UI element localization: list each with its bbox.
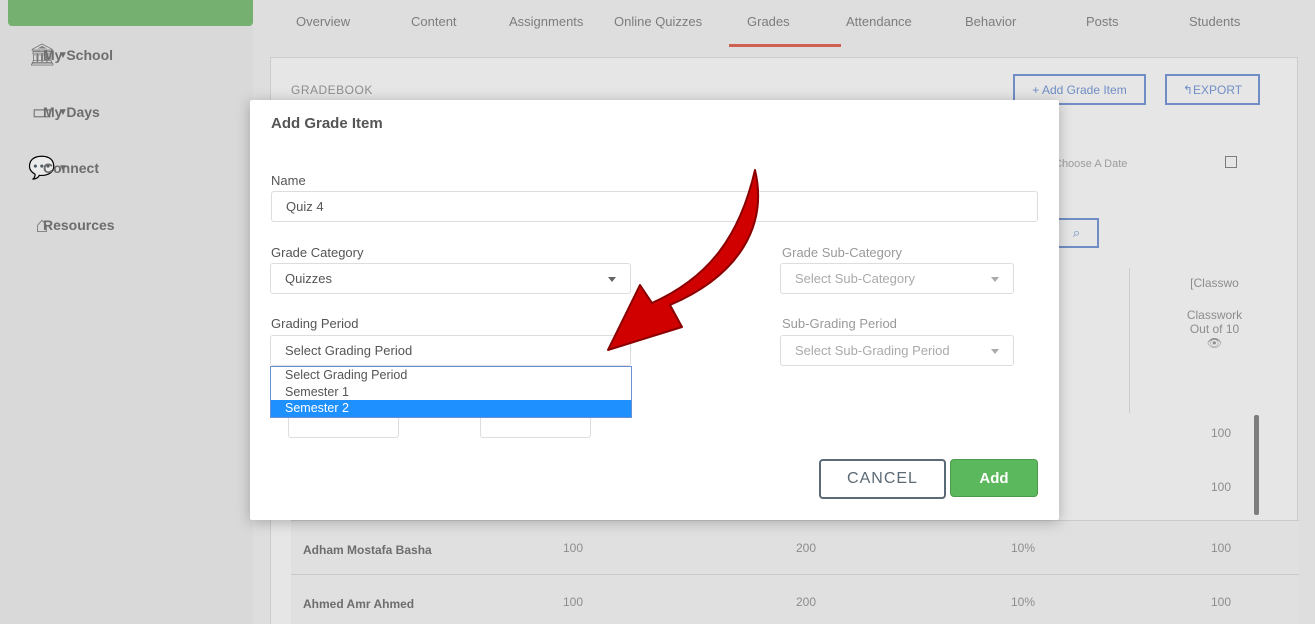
grade-category-select[interactable]: Quizzes [270, 263, 631, 294]
grading-period-value: Select Grading Period [285, 343, 413, 358]
modal-title: Add Grade Item [271, 115, 383, 132]
add-button[interactable]: Add [950, 459, 1038, 497]
chevron-down-icon [608, 277, 616, 282]
sub-grading-period-select[interactable]: Select Sub-Grading Period [780, 335, 1014, 366]
cancel-button[interactable]: CANCEL [819, 459, 946, 499]
chevron-down-icon [991, 277, 999, 282]
name-input[interactable]: Quiz 4 [271, 191, 1038, 222]
add-grade-item-modal: Add Grade Item Name Quiz 4 Grade Categor… [250, 100, 1059, 520]
date-input-end[interactable] [480, 418, 591, 438]
sub-grading-period-label: Sub-Grading Period [782, 316, 897, 331]
date-input-start[interactable] [288, 418, 399, 438]
grade-sub-category-label: Grade Sub-Category [782, 245, 902, 260]
grade-sub-category-placeholder: Select Sub-Category [795, 271, 915, 286]
dropdown-option-highlighted[interactable]: Semester 2 [271, 400, 631, 417]
dropdown-option[interactable]: Select Grading Period [271, 367, 631, 384]
name-label: Name [271, 173, 306, 188]
grade-category-value: Quizzes [285, 271, 332, 286]
sub-grading-period-placeholder: Select Sub-Grading Period [795, 343, 950, 358]
grading-period-dropdown: Select Grading Period Semester 1 Semeste… [270, 366, 632, 418]
grading-period-select[interactable]: Select Grading Period [270, 335, 631, 366]
grade-category-label: Grade Category [271, 245, 364, 260]
grade-sub-category-select[interactable]: Select Sub-Category [780, 263, 1014, 294]
grading-period-label: Grading Period [271, 316, 359, 331]
dropdown-option[interactable]: Semester 1 [271, 384, 631, 401]
chevron-down-icon [991, 349, 999, 354]
